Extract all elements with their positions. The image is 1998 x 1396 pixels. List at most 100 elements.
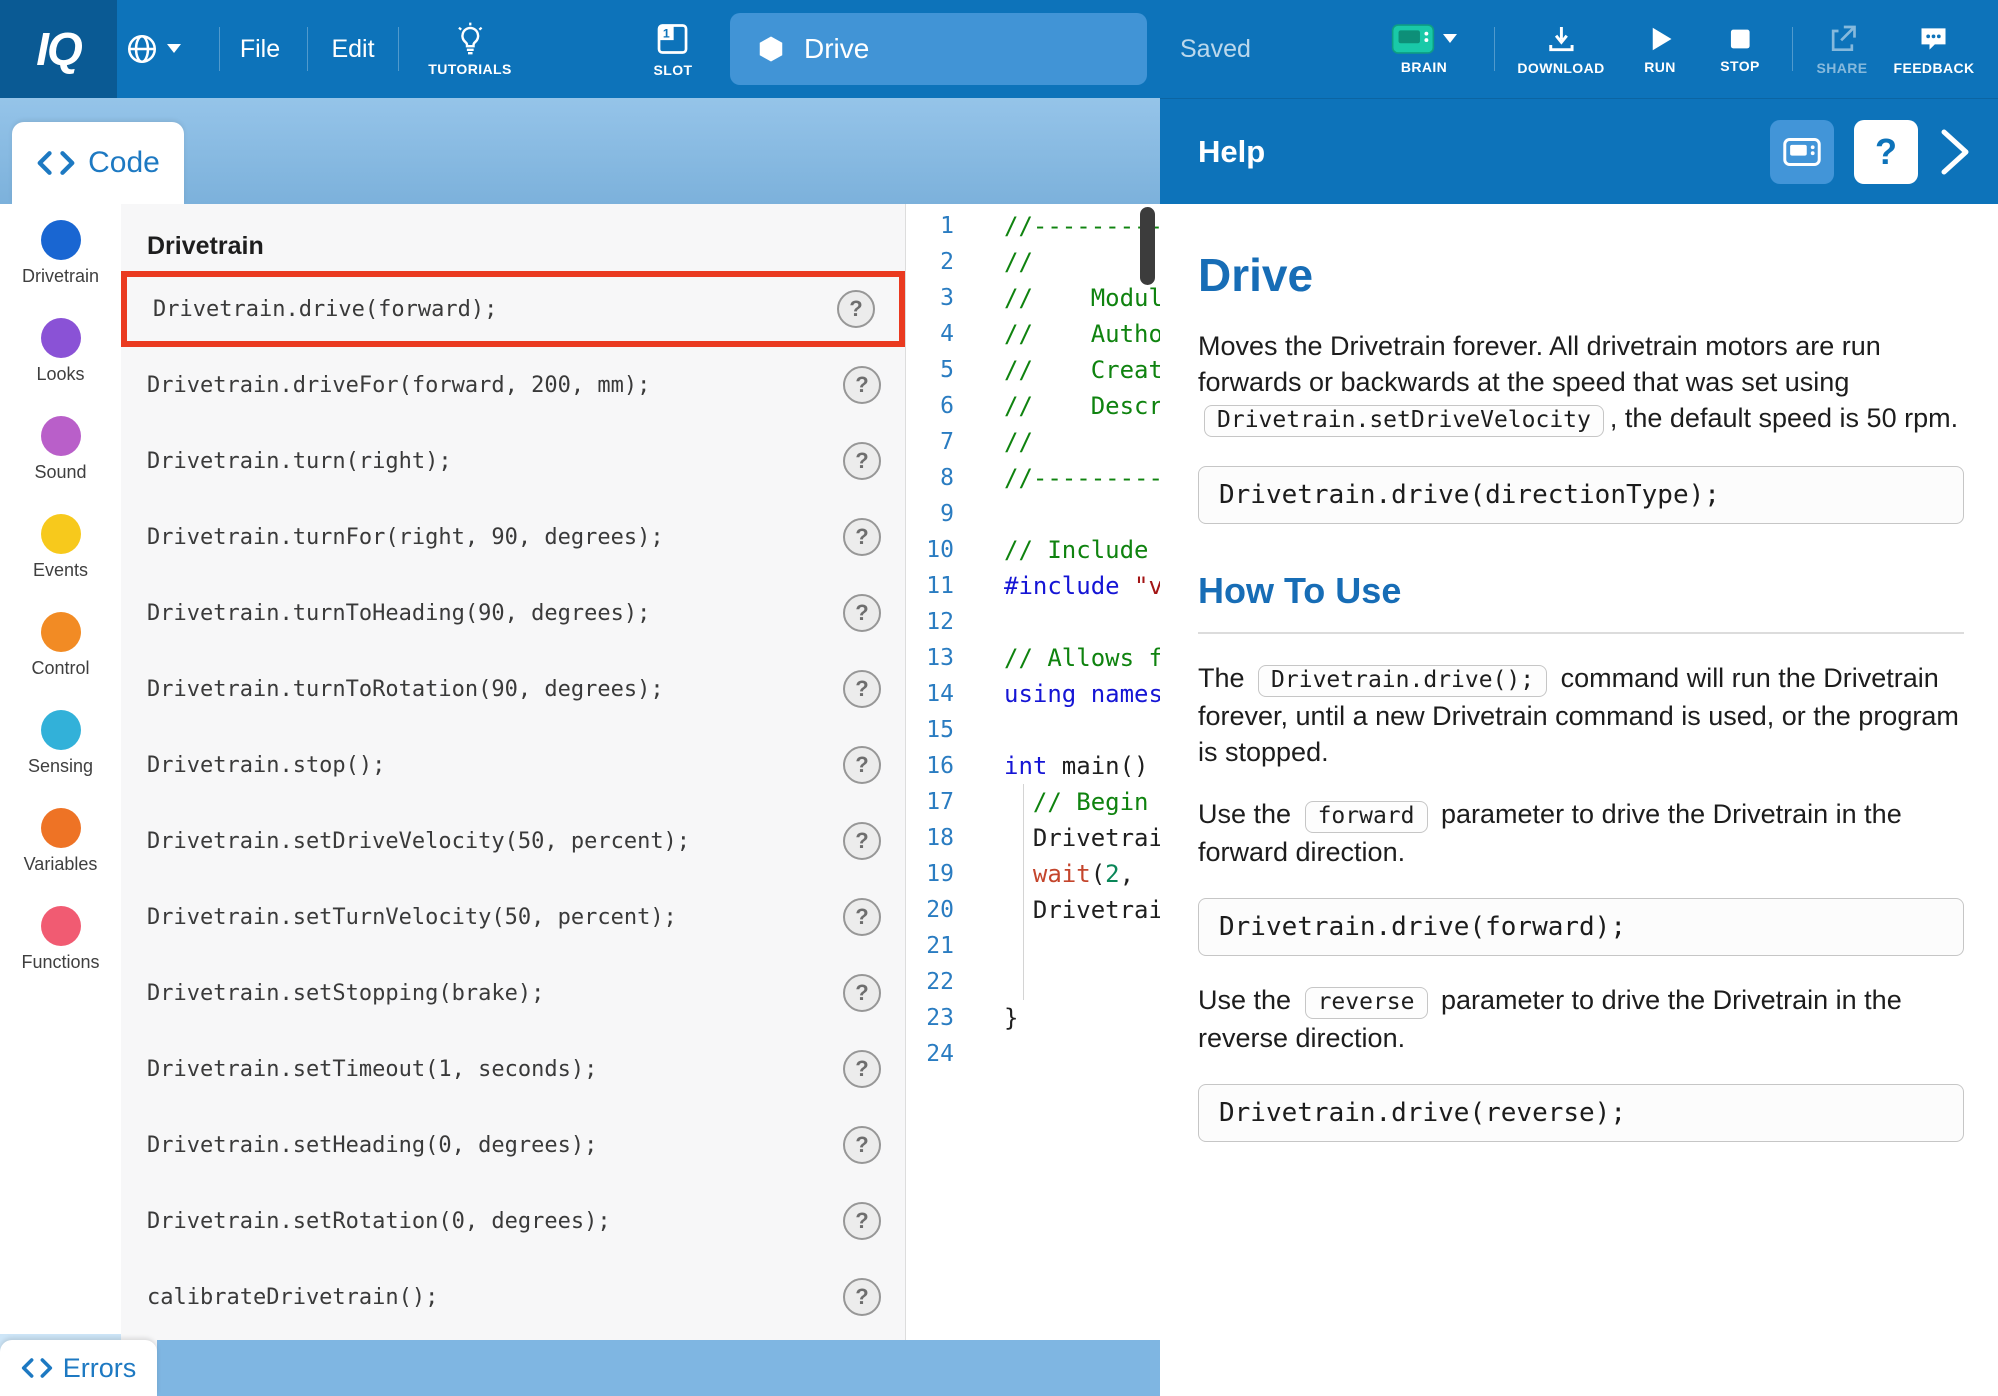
- command-row[interactable]: Drivetrain.turnToRotation(90, degrees); …: [121, 651, 905, 727]
- category-label: Sound: [34, 462, 86, 483]
- help-question-button[interactable]: ?: [837, 290, 875, 328]
- command-text: Drivetrain.turnFor(right, 90, degrees);: [147, 525, 843, 550]
- command-row[interactable]: Drivetrain.turn(right); ?: [121, 423, 905, 499]
- feedback-button[interactable]: FEEDBACK: [1894, 0, 1975, 98]
- slot-label: SLOT: [654, 62, 693, 78]
- help-question-button[interactable]: ?: [843, 442, 881, 480]
- help-question-button[interactable]: ?: [843, 898, 881, 936]
- command-panel: Drivetrain Drivetrain.drive(forward); ? …: [121, 204, 905, 1396]
- question-mark-icon: ?: [1875, 131, 1897, 173]
- command-row[interactable]: Drivetrain.turnFor(right, 90, degrees); …: [121, 499, 905, 575]
- help-paragraph: The Drivetrain.drive(); command will run…: [1198, 660, 1964, 770]
- category-sidebar: Drivetrain Looks Sound Events Control Se…: [0, 204, 121, 1396]
- help-question-button[interactable]: ?: [843, 746, 881, 784]
- hexagon-icon: [756, 34, 786, 64]
- help-question-button[interactable]: ?: [843, 1278, 881, 1316]
- tab-errors[interactable]: Errors: [0, 1340, 157, 1396]
- command-row[interactable]: Drivetrain.turnToHeading(90, degrees); ?: [121, 575, 905, 651]
- sidebar-item-control[interactable]: Control: [0, 596, 121, 694]
- help-question-button[interactable]: ?: [843, 518, 881, 556]
- editor-lines: 1//-------------------------------------…: [906, 208, 1160, 1072]
- command-row[interactable]: Drivetrain.setTurnVelocity(50, percent);…: [121, 879, 905, 955]
- help-panel: Help ? Drive Moves the Drivetrain foreve…: [1160, 98, 1998, 1396]
- command-row[interactable]: Drivetrain.setDriveVelocity(50, percent)…: [121, 803, 905, 879]
- tab-code[interactable]: Code: [12, 122, 184, 204]
- editor-vertical-scrollbar[interactable]: [1140, 207, 1155, 285]
- brain-outline-icon: [1783, 137, 1821, 167]
- share-label: SHARE: [1816, 60, 1867, 76]
- help-question-button[interactable]: ?: [843, 366, 881, 404]
- command-row[interactable]: Drivetrain.setStopping(brake); ?: [121, 955, 905, 1031]
- command-row[interactable]: Drivetrain.setRotation(0, degrees); ?: [121, 1183, 905, 1259]
- category-label: Control: [31, 658, 89, 679]
- feedback-icon: [1918, 23, 1950, 55]
- download-button[interactable]: DOWNLOAD: [1517, 0, 1604, 98]
- category-dot: [41, 514, 81, 554]
- sidebar-item-sound[interactable]: Sound: [0, 400, 121, 498]
- command-row[interactable]: Drivetrain.driveFor(forward, 200, mm); ?: [121, 347, 905, 423]
- help-code-block: Drivetrain.drive(reverse);: [1198, 1084, 1964, 1142]
- help-paragraph: Use the forward parameter to drive the D…: [1198, 796, 1964, 870]
- chevron-down-icon: [167, 44, 181, 54]
- help-brain-button[interactable]: [1770, 120, 1834, 184]
- help-question-button[interactable]: ?: [843, 594, 881, 632]
- command-row[interactable]: Drivetrain.setHeading(0, degrees); ?: [121, 1107, 905, 1183]
- inline-code: Drivetrain.drive();: [1258, 665, 1547, 697]
- command-row[interactable]: calibrateDrivetrain(); ?: [121, 1259, 905, 1335]
- project-name: Drive: [804, 33, 869, 65]
- vexcode-app: IQ File Edit TUTORIALS 1 SLOT Drive Save…: [0, 0, 1998, 1396]
- command-text: Drivetrain.setTimeout(1, seconds);: [147, 1057, 843, 1082]
- brain-icon: [1391, 24, 1435, 54]
- help-code-block: Drivetrain.drive(forward);: [1198, 898, 1964, 956]
- share-button[interactable]: SHARE: [1816, 0, 1867, 98]
- command-text: Drivetrain.turnToHeading(90, degrees);: [147, 601, 843, 626]
- help-code-block: Drivetrain.drive(directionType);: [1198, 466, 1964, 524]
- globe-icon: [125, 32, 159, 66]
- category-label: Looks: [36, 364, 84, 385]
- help-paragraph: Use the reverse parameter to drive the D…: [1198, 982, 1964, 1056]
- sidebar-item-sensing[interactable]: Sensing: [0, 694, 121, 792]
- chevron-right-icon[interactable]: [1938, 126, 1972, 178]
- command-text: Drivetrain.turn(right);: [147, 449, 843, 474]
- help-question-button[interactable]: ?: [843, 670, 881, 708]
- slot-button[interactable]: 1 SLOT: [654, 0, 693, 98]
- slot-number: 1: [663, 26, 670, 40]
- code-brackets-icon: [36, 150, 76, 176]
- sidebar-item-events[interactable]: Events: [0, 498, 121, 596]
- help-question-button[interactable]: ?: [843, 974, 881, 1012]
- help-question-button[interactable]: ?: [843, 1050, 881, 1088]
- category-label: Sensing: [28, 756, 93, 777]
- run-button[interactable]: RUN: [1644, 0, 1676, 98]
- errors-tab-label: Errors: [63, 1353, 137, 1384]
- project-name-button[interactable]: Drive: [730, 13, 1147, 85]
- language-menu-button[interactable]: [125, 0, 181, 98]
- topbar-divider: [1494, 27, 1495, 71]
- help-question-button[interactable]: ?: [1854, 120, 1918, 184]
- code-tab-label: Code: [88, 146, 160, 180]
- share-icon: [1826, 23, 1858, 55]
- sidebar-item-drivetrain[interactable]: Drivetrain: [0, 204, 121, 302]
- file-menu[interactable]: File: [240, 0, 280, 98]
- help-question-button[interactable]: ?: [843, 822, 881, 860]
- edit-menu[interactable]: Edit: [331, 0, 374, 98]
- category-label: Functions: [21, 952, 99, 973]
- stop-button[interactable]: STOP: [1720, 0, 1759, 98]
- command-row[interactable]: Drivetrain.stop(); ?: [121, 727, 905, 803]
- command-row[interactable]: Drivetrain.drive(forward); ?: [121, 271, 905, 347]
- sidebar-item-functions[interactable]: Functions: [0, 890, 121, 988]
- help-question-button[interactable]: ?: [843, 1202, 881, 1240]
- command-text: Drivetrain.setRotation(0, degrees);: [147, 1209, 843, 1234]
- sidebar-item-looks[interactable]: Looks: [0, 302, 121, 400]
- category-dot: [41, 612, 81, 652]
- tutorials-button[interactable]: TUTORIALS: [428, 0, 511, 98]
- lightbulb-icon: [453, 22, 487, 56]
- stop-icon: [1726, 25, 1754, 53]
- code-editor[interactable]: 1//-------------------------------------…: [905, 204, 1160, 1396]
- help-question-button[interactable]: ?: [843, 1126, 881, 1164]
- help-paragraph: Moves the Drivetrain forever. All drivet…: [1198, 328, 1964, 438]
- sidebar-item-variables[interactable]: Variables: [0, 792, 121, 890]
- command-row[interactable]: Drivetrain.setTimeout(1, seconds); ?: [121, 1031, 905, 1107]
- brain-button[interactable]: BRAIN: [1391, 0, 1457, 98]
- feedback-label: FEEDBACK: [1894, 60, 1975, 76]
- inline-code: forward: [1305, 801, 1428, 833]
